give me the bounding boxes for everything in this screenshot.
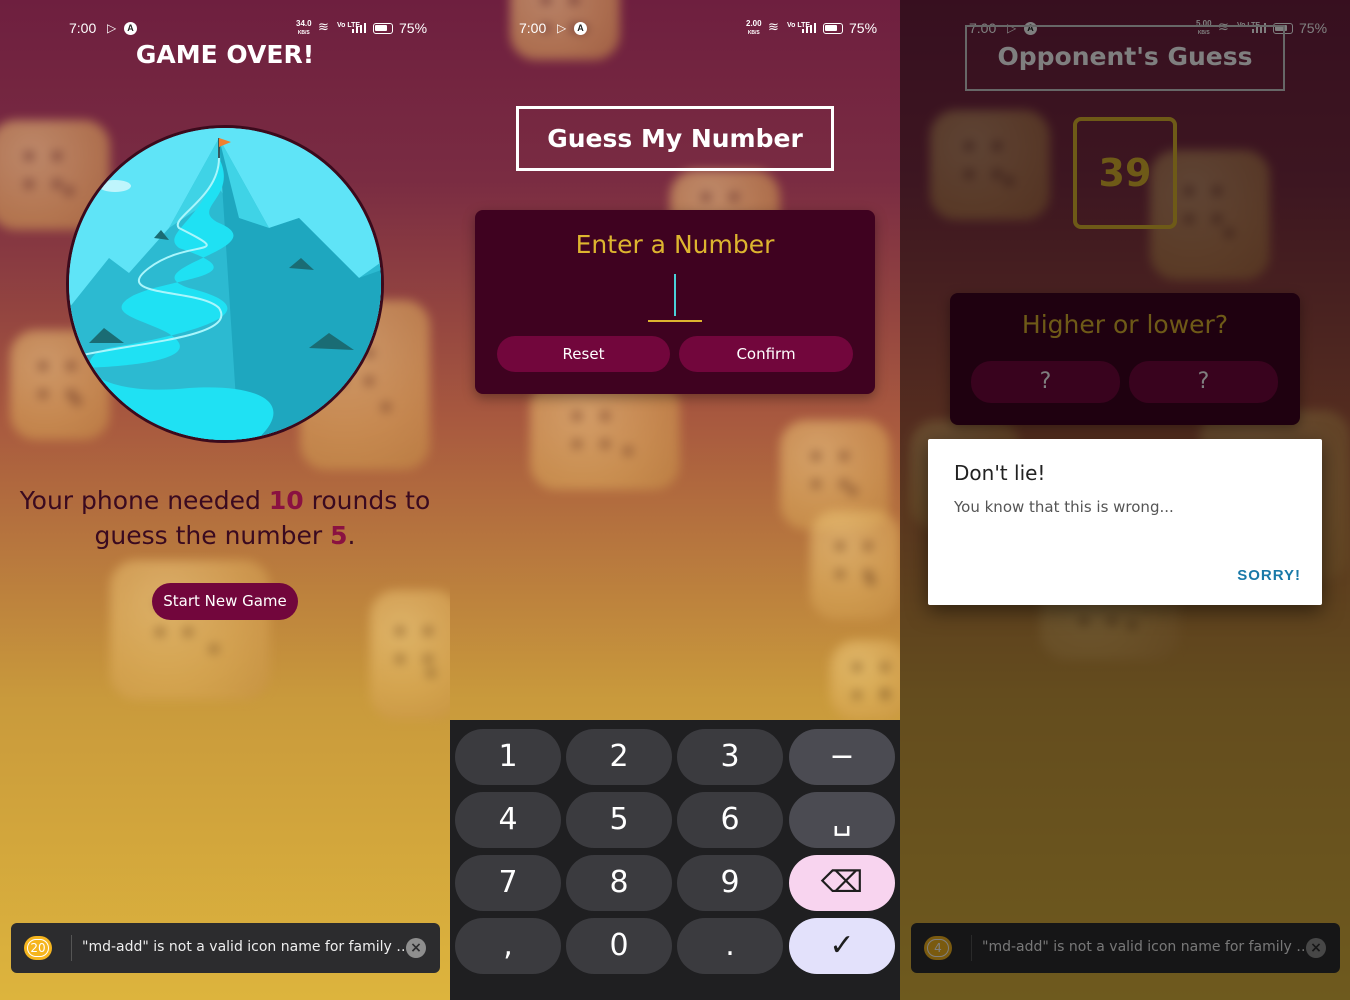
success-image — [66, 125, 384, 443]
page-title: GAME OVER! — [135, 40, 315, 69]
warning-toast[interactable]: 20 "md-add" is not a valid icon name for… — [11, 923, 440, 973]
key-8[interactable]: 8 — [566, 855, 672, 911]
number-input[interactable] — [648, 270, 702, 322]
key-minus[interactable]: − — [789, 729, 895, 785]
game-screen: 7:00 ▷ A 5.00KB/S ≋ Vo LTE 75% Opponent'… — [900, 0, 1350, 1000]
status-bar: 7:00 ▷ A 34.0 KB/S ≋ Vo LTE 75% — [0, 18, 450, 40]
key-6[interactable]: 6 — [677, 792, 783, 848]
reset-button[interactable]: Reset — [497, 336, 670, 372]
text-caret — [674, 274, 676, 316]
key-comma[interactable]: , — [455, 918, 561, 974]
divider — [71, 935, 72, 961]
key-3[interactable]: 3 — [677, 729, 783, 785]
battery-icon — [373, 23, 393, 34]
key-4[interactable]: 4 — [455, 792, 561, 848]
warning-count-badge: 20 — [24, 936, 52, 960]
space-key[interactable]: ␣ — [789, 792, 895, 848]
key-7[interactable]: 7 — [455, 855, 561, 911]
dialog-title: Don't lie! — [954, 461, 1046, 485]
game-over-screen: 7:00 ▷ A 34.0 KB/S ≋ Vo LTE 75% GAME OVER… — [0, 0, 450, 1000]
battery-percent: 75% — [849, 20, 878, 36]
key-5[interactable]: 5 — [566, 792, 672, 848]
battery-icon — [823, 23, 843, 34]
key-2[interactable]: 2 — [566, 729, 672, 785]
status-time: 7:00 — [519, 20, 547, 36]
signal-icon — [802, 23, 816, 33]
network-speed: 34.0 KB/S — [296, 19, 312, 37]
status-bar: 7:00 ▷ A 2.00 KB/S ≋ Vo LTE 75% — [450, 18, 900, 40]
alert-dialog: Don't lie! You know that this is wrong..… — [928, 439, 1322, 605]
dice-decoration — [830, 640, 900, 720]
wifi-icon: ≋ — [768, 19, 779, 34]
sorry-button[interactable]: SORRY! — [1237, 567, 1301, 584]
key-1[interactable]: 1 — [455, 729, 561, 785]
dice-decoration — [110, 560, 270, 700]
backspace-icon: ⌫ — [820, 865, 864, 900]
input-card: Enter a Number Reset Confirm — [475, 210, 875, 394]
key-period[interactable]: . — [677, 918, 783, 974]
checkmark-icon: ✓ — [829, 928, 855, 963]
start-game-screen: 7:00 ▷ A 2.00 KB/S ≋ Vo LTE 75% Guess My … — [450, 0, 900, 1000]
dice-decoration — [810, 510, 900, 620]
backspace-key[interactable]: ⌫ — [789, 855, 895, 911]
warning-message: "md-add" is not a valid icon name for fa… — [82, 939, 412, 955]
result-summary: Your phone needed 10 rounds to guess the… — [19, 486, 431, 550]
dice-decoration — [530, 380, 680, 490]
page-title: Guess My Number — [516, 106, 834, 171]
mountain-illustration — [69, 128, 381, 440]
signal-icon — [352, 23, 366, 33]
start-new-game-button[interactable]: Start New Game — [152, 583, 298, 620]
confirm-button[interactable]: Confirm — [679, 336, 853, 372]
dialog-message: You know that this is wrong... — [954, 498, 1174, 516]
play-icon: ▷ — [107, 21, 117, 35]
notification-icon: A — [574, 22, 587, 35]
notification-icon: A — [124, 22, 137, 35]
numeric-keyboard: 1 2 3 − 4 5 6 ␣ 7 8 9 ⌫ , 0 . ✓ — [450, 720, 900, 1000]
play-icon: ▷ — [557, 21, 567, 35]
dice-decoration — [370, 590, 450, 720]
done-key[interactable]: ✓ — [789, 918, 895, 974]
network-speed: 2.00 KB/S — [746, 19, 762, 37]
key-0[interactable]: 0 — [566, 918, 672, 974]
key-9[interactable]: 9 — [677, 855, 783, 911]
status-time: 7:00 — [69, 20, 97, 36]
close-icon[interactable]: × — [406, 938, 426, 958]
battery-percent: 75% — [399, 20, 428, 36]
rounds-count: 10 — [268, 486, 304, 515]
wifi-icon: ≋ — [318, 19, 329, 34]
card-title: Enter a Number — [575, 230, 775, 259]
space-icon: ␣ — [832, 802, 852, 837]
target-number: 5 — [330, 521, 348, 550]
